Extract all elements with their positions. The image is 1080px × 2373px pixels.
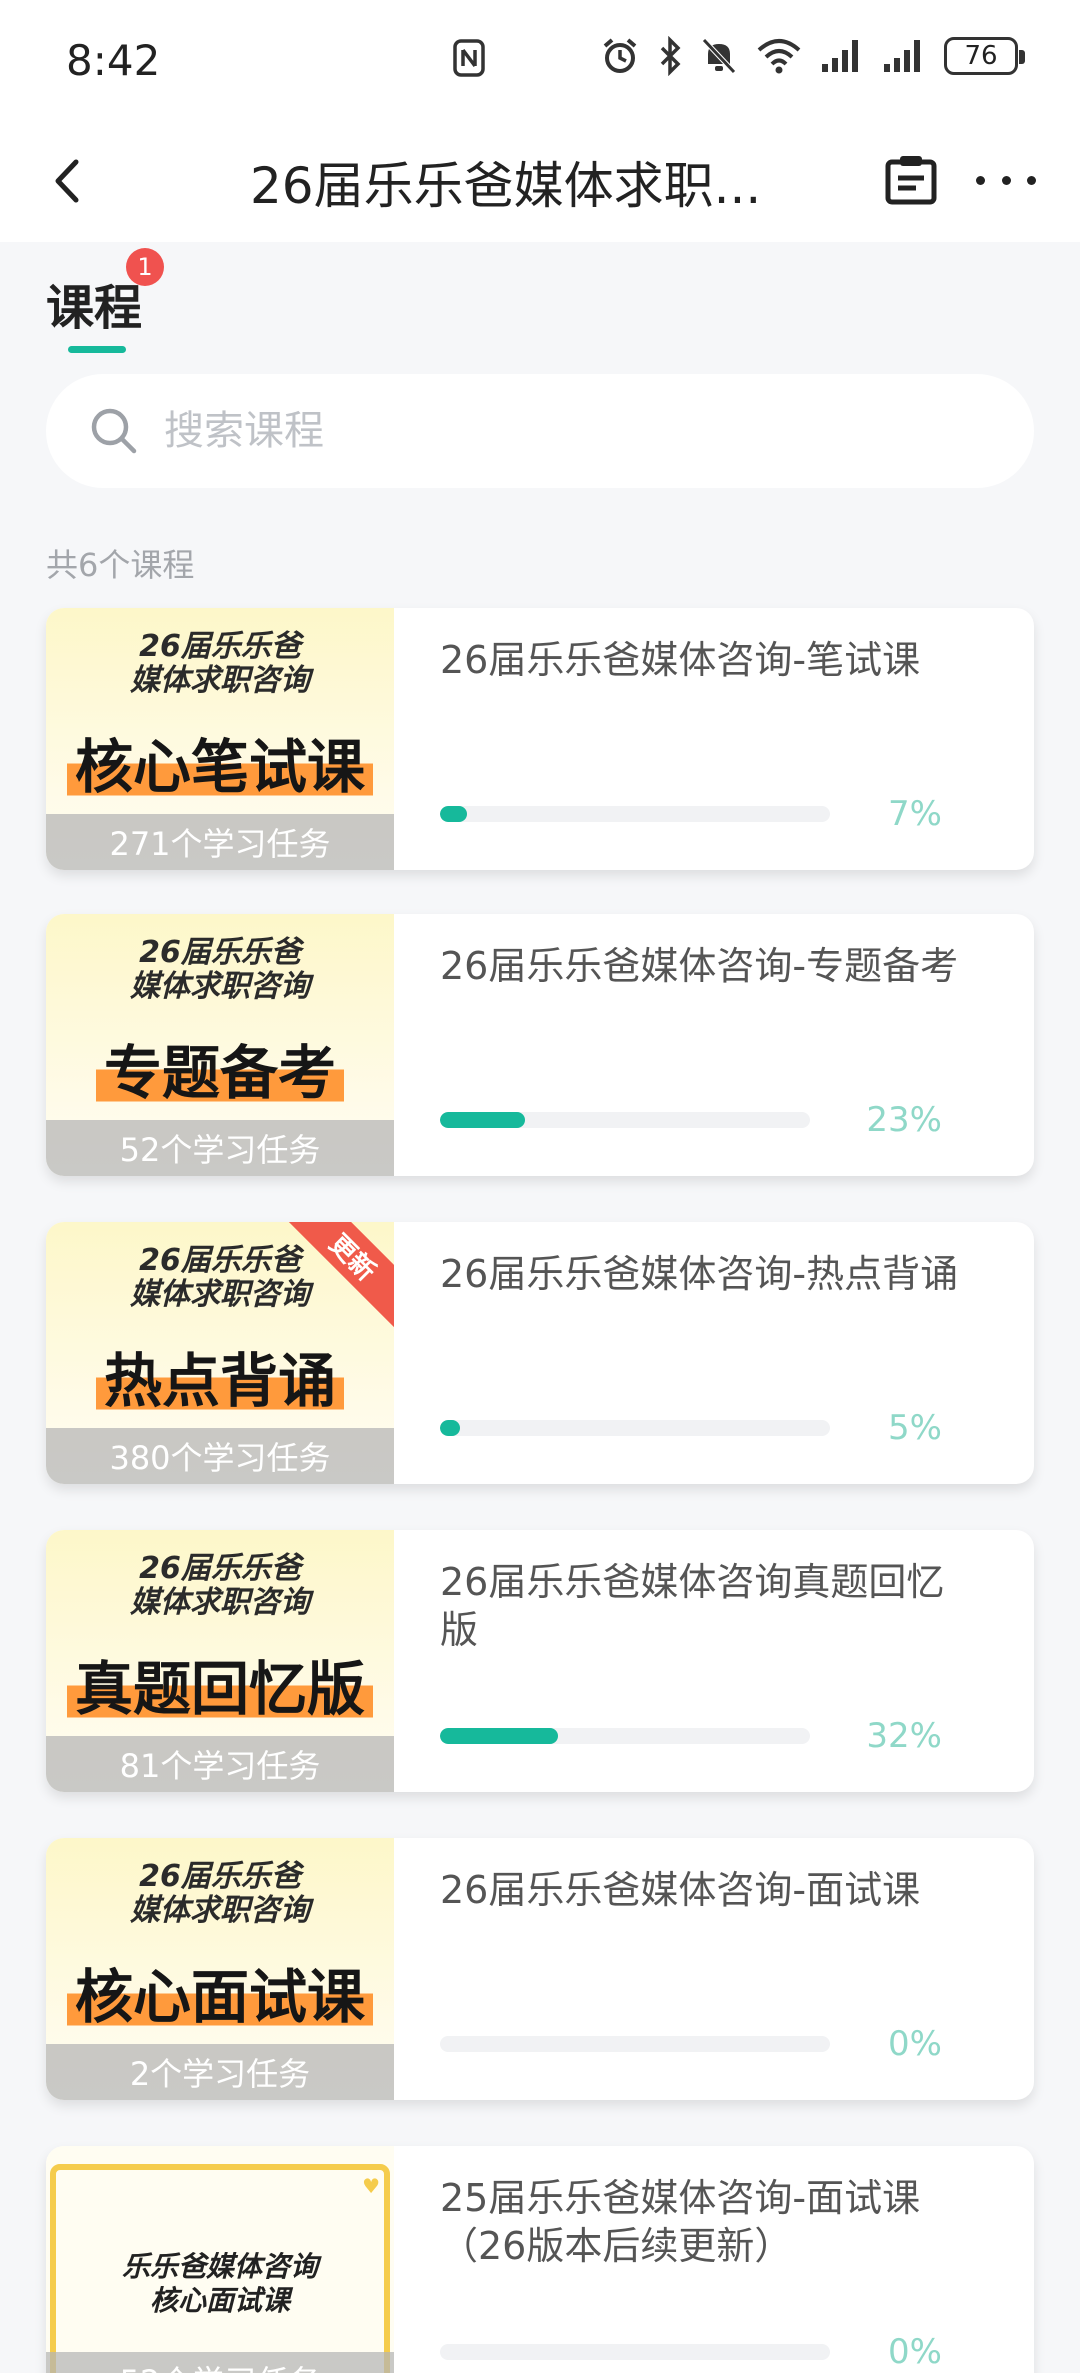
heart-icon: ♥: [362, 2174, 380, 2198]
task-count: 52个学习任务: [46, 2352, 394, 2373]
battery-indicator: 76: [944, 37, 1025, 75]
progress-percent: 23%: [866, 1100, 942, 1140]
thumbnail-title: 专题备考: [66, 1026, 374, 1110]
course-title: 26届乐乐爸媒体咨询-笔试课: [440, 638, 921, 682]
signal-icon-2: [882, 38, 926, 74]
status-bar: 8:42 76: [0, 0, 1080, 120]
task-count: 271个学习任务: [46, 814, 394, 870]
back-button[interactable]: [40, 146, 100, 216]
progress-percent: 0%: [888, 2332, 942, 2372]
course-thumbnail: 26届乐乐爸 媒体求职咨询 热点背诵 380个学习任务 更新: [46, 1222, 394, 1484]
status-icons: 76: [600, 36, 1025, 76]
progress-bar: [440, 2344, 830, 2360]
course-count: 共6个课程: [46, 546, 195, 584]
course-card[interactable]: 26届乐乐爸 媒体求职咨询 核心面试课 2个学习任务 26届乐乐爸媒体咨询-面试…: [46, 1838, 1034, 2100]
task-count: 52个学习任务: [46, 1120, 394, 1176]
mute-bell-icon: [700, 36, 738, 76]
course-title: 26届乐乐爸媒体咨询-面试课: [440, 1868, 921, 1912]
thumbnail-title: 真题回忆版: [66, 1642, 374, 1726]
more-button[interactable]: [976, 160, 1036, 200]
more-dot-icon: [1027, 175, 1036, 185]
progress-percent: 5%: [888, 1408, 942, 1448]
alarm-icon: [600, 36, 640, 76]
progress-percent: 0%: [888, 2024, 942, 2064]
nfc-icon: [452, 38, 486, 82]
thumbnail-subtitle: 26届乐乐爸 媒体求职咨询: [130, 629, 310, 698]
thumbnail-title: 核心笔试课: [66, 720, 374, 804]
progress-fill: [440, 1420, 460, 1436]
document-icon: [885, 156, 937, 205]
thumbnail-subtitle: 26届乐乐爸 媒体求职咨询: [130, 1551, 310, 1620]
chevron-left-icon: [55, 159, 79, 203]
search-input[interactable]: [164, 408, 964, 454]
course-title: 26届乐乐爸媒体咨询-专题备考: [440, 944, 959, 988]
search-icon: [91, 408, 137, 454]
progress-fill: [440, 806, 468, 822]
course-card[interactable]: 26届乐乐爸 媒体求职咨询 专题备考 52个学习任务 26届乐乐爸媒体咨询-专题…: [46, 914, 1034, 1176]
more-dot-icon: [976, 175, 985, 185]
thumbnail-subtitle: 乐乐爸媒体咨询 核心面试课: [121, 2250, 318, 2317]
course-thumbnail: ♥ 乐乐爸媒体咨询 核心面试课 52个学习任务: [46, 2146, 394, 2373]
course-thumbnail: 26届乐乐爸 媒体求职咨询 专题备考 52个学习任务: [46, 914, 394, 1176]
task-count: 81个学习任务: [46, 1736, 394, 1792]
thumbnail-subtitle: 26届乐乐爸 媒体求职咨询: [130, 935, 310, 1004]
thumbnail-title: 热点背诵: [66, 1334, 374, 1418]
course-title: 25届乐乐爸媒体咨询-面试课（26版本后续更新）: [440, 2176, 921, 2268]
signal-icon-1: [820, 38, 864, 74]
more-dot-icon: [1001, 175, 1011, 185]
task-count: 2个学习任务: [46, 2044, 394, 2100]
course-thumbnail: 26届乐乐爸 媒体求职咨询 核心笔试课 271个学习任务: [46, 608, 394, 870]
bluetooth-icon: [658, 36, 682, 76]
progress-bar: [440, 1112, 810, 1128]
course-card[interactable]: 26届乐乐爸 媒体求职咨询 热点背诵 380个学习任务 更新 26届乐乐爸媒体咨…: [46, 1222, 1034, 1484]
progress-fill: [440, 1728, 559, 1744]
progress-bar: [440, 2036, 830, 2052]
course-card[interactable]: 26届乐乐爸 媒体求职咨询 真题回忆版 81个学习任务 26届乐乐爸媒体咨询真题…: [46, 1530, 1034, 1792]
course-card[interactable]: 26届乐乐爸 媒体求职咨询 核心笔试课 271个学习任务 26届乐乐爸媒体咨询-…: [46, 608, 1034, 870]
page: 8:42 76 26届乐乐爸媒体求职... 课程 1 搜索课程 共6个课程 26…: [0, 0, 1080, 2373]
course-title: 26届乐乐爸媒体咨询真题回忆版: [440, 1560, 945, 1652]
document-button[interactable]: [882, 150, 940, 210]
course-card[interactable]: ♥ 乐乐爸媒体咨询 核心面试课 52个学习任务 25届乐乐爸媒体咨询-面试课（2…: [46, 2146, 1034, 2373]
progress-percent: 32%: [866, 1716, 942, 1756]
wifi-icon: [756, 36, 802, 76]
status-time: 8:42: [66, 36, 161, 85]
task-count: 380个学习任务: [46, 1428, 394, 1484]
tab-underline: [68, 346, 126, 353]
tab-courses[interactable]: 课程: [46, 268, 142, 338]
thumbnail-title: 核心面试课: [66, 1950, 374, 2034]
notification-badge: 1: [126, 248, 164, 286]
progress-fill: [440, 1112, 526, 1128]
progress-bar: [440, 1420, 830, 1436]
thumbnail-subtitle: 26届乐乐爸 媒体求职咨询: [130, 1859, 310, 1928]
nav-bar: 26届乐乐爸媒体求职...: [0, 120, 1080, 242]
search-bar[interactable]: [46, 374, 1034, 488]
progress-bar: [440, 1728, 810, 1744]
course-title: 26届乐乐爸媒体咨询-热点背诵: [440, 1252, 959, 1296]
course-thumbnail: 26届乐乐爸 媒体求职咨询 真题回忆版 81个学习任务: [46, 1530, 394, 1792]
course-thumbnail: 26届乐乐爸 媒体求职咨询 核心面试课 2个学习任务: [46, 1838, 394, 2100]
progress-percent: 7%: [888, 794, 942, 834]
progress-bar: [440, 806, 830, 822]
page-title: 26届乐乐爸媒体求职...: [250, 157, 762, 215]
